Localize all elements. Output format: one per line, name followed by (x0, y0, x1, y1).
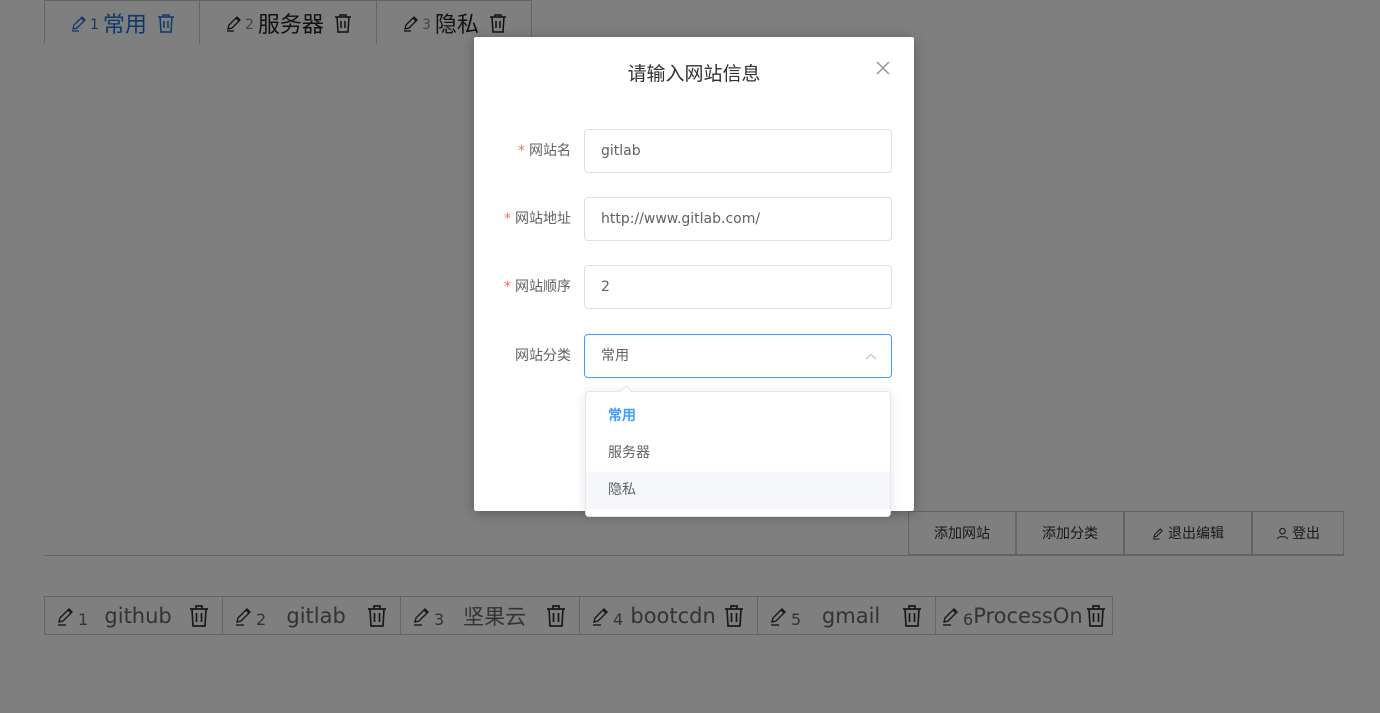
chevron-up-icon[interactable] (865, 351, 877, 363)
selected-category: 常用 (601, 348, 629, 364)
site-name-input[interactable]: gitlab (584, 129, 892, 173)
option-changyong[interactable]: 常用 (586, 398, 890, 435)
site-name-label: * 网站名 (474, 129, 571, 173)
required-mark: * (504, 279, 511, 295)
label-text: 网站顺序 (515, 279, 571, 295)
form-row-site-name: * 网站名 gitlab (474, 129, 914, 173)
site-url-label: * 网站地址 (474, 197, 571, 241)
close-icon[interactable] (876, 61, 890, 75)
form-row-site-category: 网站分类 常用 (474, 334, 914, 378)
required-mark: * (504, 211, 511, 227)
form-row-site-url: * 网站地址 http://www.gitlab.com/ (474, 197, 914, 241)
dialog-title: 请输入网站信息 (627, 63, 761, 85)
required-mark: * (518, 143, 525, 159)
site-category-label: 网站分类 (515, 348, 571, 364)
site-category-select[interactable]: 常用 (584, 334, 892, 378)
category-dropdown: 常用 服务器 隐私 (585, 385, 891, 517)
site-order-label: * 网站顺序 (474, 265, 571, 309)
label-text: 网站名 (529, 143, 571, 159)
form-row-site-order: * 网站顺序 2 (474, 265, 914, 309)
option-privacy[interactable]: 隐私 (586, 472, 890, 509)
label-text: 网站地址 (515, 211, 571, 227)
option-server[interactable]: 服务器 (586, 435, 890, 472)
site-url-input[interactable]: http://www.gitlab.com/ (584, 197, 892, 241)
site-order-input[interactable]: 2 (584, 265, 892, 309)
